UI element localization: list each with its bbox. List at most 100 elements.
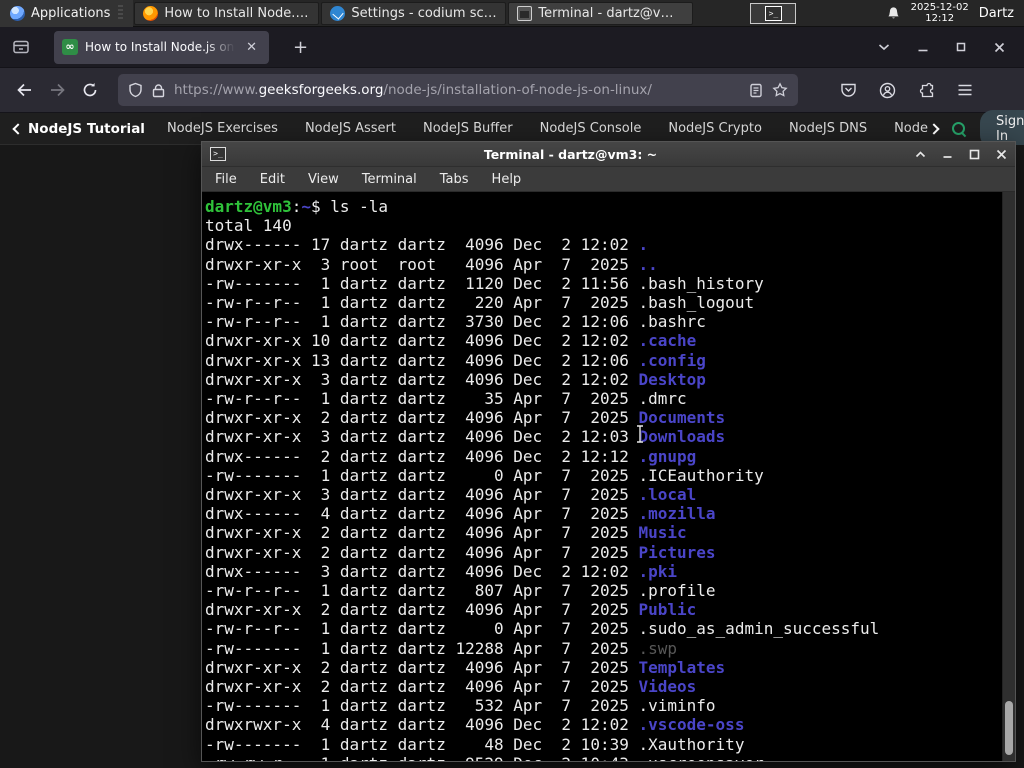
- terminal-listing-row: drwx------ 17 dartz dartz 4096 Dec 2 12:…: [205, 235, 1001, 254]
- new-tab-button[interactable]: +: [285, 35, 316, 60]
- listing-meta: -rw-r--r-- 1 dartz dartz 35 Apr 7 2025: [205, 389, 639, 409]
- forward-button[interactable]: [49, 83, 66, 97]
- firefox-icon: [143, 5, 159, 21]
- listing-filename: Pictures: [638, 542, 716, 562]
- workspace-switcher[interactable]: >_: [750, 2, 797, 24]
- listing-meta: drwxr-xr-x 2 dartz dartz 4096 Apr 7 2025: [205, 657, 639, 677]
- nav-item-console[interactable]: NodeJS Console: [540, 121, 642, 136]
- listing-meta: drwx------ 2 dartz dartz 4096 Dec 2 12:1…: [205, 446, 639, 466]
- nav-item-exercises[interactable]: NodeJS Exercises: [167, 121, 278, 136]
- prompt-path: ~: [301, 197, 311, 216]
- firefox-view-icon[interactable]: [12, 38, 30, 56]
- prompt-user-host: dartz@vm3: [205, 197, 292, 216]
- menu-terminal[interactable]: Terminal: [362, 172, 417, 187]
- menu-help[interactable]: Help: [492, 172, 522, 187]
- tracking-protection-shield-icon[interactable]: [128, 82, 143, 98]
- listing-meta: drwxr-xr-x 2 dartz dartz 4096 Apr 7 2025: [205, 600, 639, 620]
- menu-file[interactable]: File: [215, 172, 237, 187]
- listing-filename: .mozilla: [638, 504, 716, 524]
- listing-filename: Videos: [638, 677, 697, 697]
- menu-edit[interactable]: Edit: [260, 172, 285, 187]
- taskbar-button-firefox[interactable]: How to Install Node.js o...: [134, 1, 320, 25]
- listing-filename: .ICEauthority: [638, 465, 764, 485]
- taskbar-button-terminal[interactable]: Terminal - dartz@vm3: ~: [508, 1, 694, 25]
- geeksforgeeks-favicon: ∞: [62, 39, 78, 55]
- listing-meta: -rw------- 1 dartz dartz 532 Apr 7 2025: [205, 696, 639, 716]
- applications-menu-button[interactable]: Applications: [0, 0, 134, 27]
- terminal-listing-row: drwx------ 2 dartz dartz 4096 Dec 2 12:1…: [205, 447, 1001, 466]
- listing-meta: drwx------ 17 dartz dartz 4096 Dec 2 12:…: [205, 235, 639, 255]
- menu-view[interactable]: View: [308, 172, 339, 187]
- minimize-icon[interactable]: [917, 41, 929, 53]
- listing-meta: -rw-rw-r-- 1 dartz dartz 9529 Dec 2 10:4…: [205, 754, 638, 761]
- list-all-tabs-chevron-icon[interactable]: [877, 40, 891, 54]
- listing-filename: .bash_logout: [638, 293, 755, 313]
- minimize-icon[interactable]: [942, 149, 953, 159]
- listing-meta: drwxr-xr-x 10 dartz dartz 4096 Dec 2 12:…: [205, 331, 639, 351]
- reload-button[interactable]: [82, 82, 98, 98]
- prompt-separator: :: [291, 197, 302, 216]
- listing-filename: Templates: [638, 657, 726, 677]
- lock-icon[interactable]: [152, 83, 165, 98]
- listing-filename: Downloads: [638, 427, 726, 447]
- listing-meta: -rw-r--r-- 1 dartz dartz 0 Apr 7 2025: [205, 619, 639, 639]
- bookmark-star-icon[interactable]: [772, 82, 788, 98]
- taskbar-button-codium[interactable]: Settings - codium script...: [321, 1, 507, 25]
- terminal-window-buttons: [915, 149, 1007, 160]
- terminal-listing-row: drwxr-xr-x 2 dartz dartz 4096 Apr 7 2025…: [205, 677, 1001, 696]
- listing-filename: .bashrc: [638, 312, 706, 332]
- nav-item-buffer[interactable]: NodeJS Buffer: [423, 121, 513, 136]
- listing-filename: .vscode-oss: [638, 715, 745, 735]
- terminal-listing-row: drwxr-xr-x 2 dartz dartz 4096 Apr 7 2025…: [205, 600, 1001, 619]
- url-scheme: https://www.: [174, 82, 259, 98]
- maximize-icon[interactable]: [969, 149, 980, 160]
- nav-item-truncated[interactable]: Node: [894, 121, 940, 136]
- browser-toolbar: https://www.geeksforgeeks.org/node-js/in…: [0, 68, 1024, 113]
- nav-item-crypto[interactable]: NodeJS Crypto: [668, 121, 762, 136]
- listing-filename: .Xauthority: [638, 734, 745, 754]
- distro-logo-icon: [10, 5, 25, 21]
- listing-meta: -rw-r--r-- 1 dartz dartz 220 Apr 7 2025: [205, 293, 639, 313]
- extensions-icon[interactable]: [918, 82, 935, 99]
- terminal-scrollbar-thumb[interactable]: [1005, 701, 1013, 755]
- menu-hamburger-icon[interactable]: [957, 83, 973, 97]
- reader-view-icon[interactable]: [749, 83, 763, 98]
- listing-filename: .profile: [638, 581, 716, 601]
- nav-back-link[interactable]: NodeJS Tutorial: [12, 121, 145, 137]
- terminal-titlebar[interactable]: >_ Terminal - dartz@vm3: ~: [202, 142, 1015, 167]
- terminal-listing-row: drwxr-xr-x 2 dartz dartz 4096 Apr 7 2025…: [205, 543, 1001, 562]
- close-icon[interactable]: [996, 149, 1007, 160]
- mouse-cursor-ibeam: [637, 424, 643, 444]
- nav-item-assert[interactable]: NodeJS Assert: [305, 121, 396, 136]
- panel-handle: [118, 5, 124, 21]
- menu-tabs[interactable]: Tabs: [440, 172, 469, 187]
- listing-meta: -rw-r--r-- 1 dartz dartz 807 Apr 7 2025: [205, 581, 639, 601]
- account-icon[interactable]: [879, 82, 896, 99]
- pocket-save-icon[interactable]: [840, 82, 857, 98]
- shade-icon[interactable]: [915, 150, 926, 159]
- terminal-total-line: total 140: [205, 216, 292, 236]
- terminal-listing-row: drwxr-xr-x 2 dartz dartz 4096 Apr 7 2025…: [205, 523, 1001, 542]
- tab-title: How to Install Node.js on: [85, 40, 235, 54]
- listing-meta: drwxr-xr-x 2 dartz dartz 4096 Apr 7 2025: [205, 408, 639, 428]
- listing-filename: .viminfo: [638, 696, 716, 716]
- terminal-listing-row: drwxr-xr-x 10 dartz dartz 4096 Dec 2 12:…: [205, 331, 1001, 350]
- terminal-listing-row: -rw------- 1 dartz dartz 1120 Dec 2 11:5…: [205, 274, 1001, 293]
- terminal-output[interactable]: dartz@vm3:~$ ls -la total 140 drwx------…: [202, 192, 1015, 761]
- window-controls: [877, 40, 1024, 54]
- browser-tab-active[interactable]: ∞ How to Install Node.js on ✕: [54, 30, 269, 64]
- chevron-left-icon: [12, 122, 24, 135]
- notification-bell-icon[interactable]: [886, 6, 901, 21]
- terminal-scrollbar[interactable]: [1002, 192, 1015, 761]
- nav-item-dns[interactable]: NodeJS DNS: [789, 121, 867, 136]
- terminal-listing-row: drwxr-xr-x 3 dartz dartz 4096 Apr 7 2025…: [205, 485, 1001, 504]
- clock[interactable]: 2025-12-02 12:12: [911, 2, 969, 24]
- back-button[interactable]: [16, 83, 33, 97]
- listing-meta: -rw-r--r-- 1 dartz dartz 3730 Dec 2 12:0…: [205, 312, 639, 332]
- maximize-icon[interactable]: [955, 41, 967, 53]
- user-menu[interactable]: Dartz: [979, 6, 1014, 21]
- tab-close-icon[interactable]: ✕: [242, 38, 261, 57]
- close-icon[interactable]: [993, 41, 1006, 54]
- url-bar[interactable]: https://www.geeksforgeeks.org/node-js/in…: [118, 74, 798, 106]
- listing-meta: -rw------- 1 dartz dartz 12288 Apr 7 202…: [205, 638, 639, 658]
